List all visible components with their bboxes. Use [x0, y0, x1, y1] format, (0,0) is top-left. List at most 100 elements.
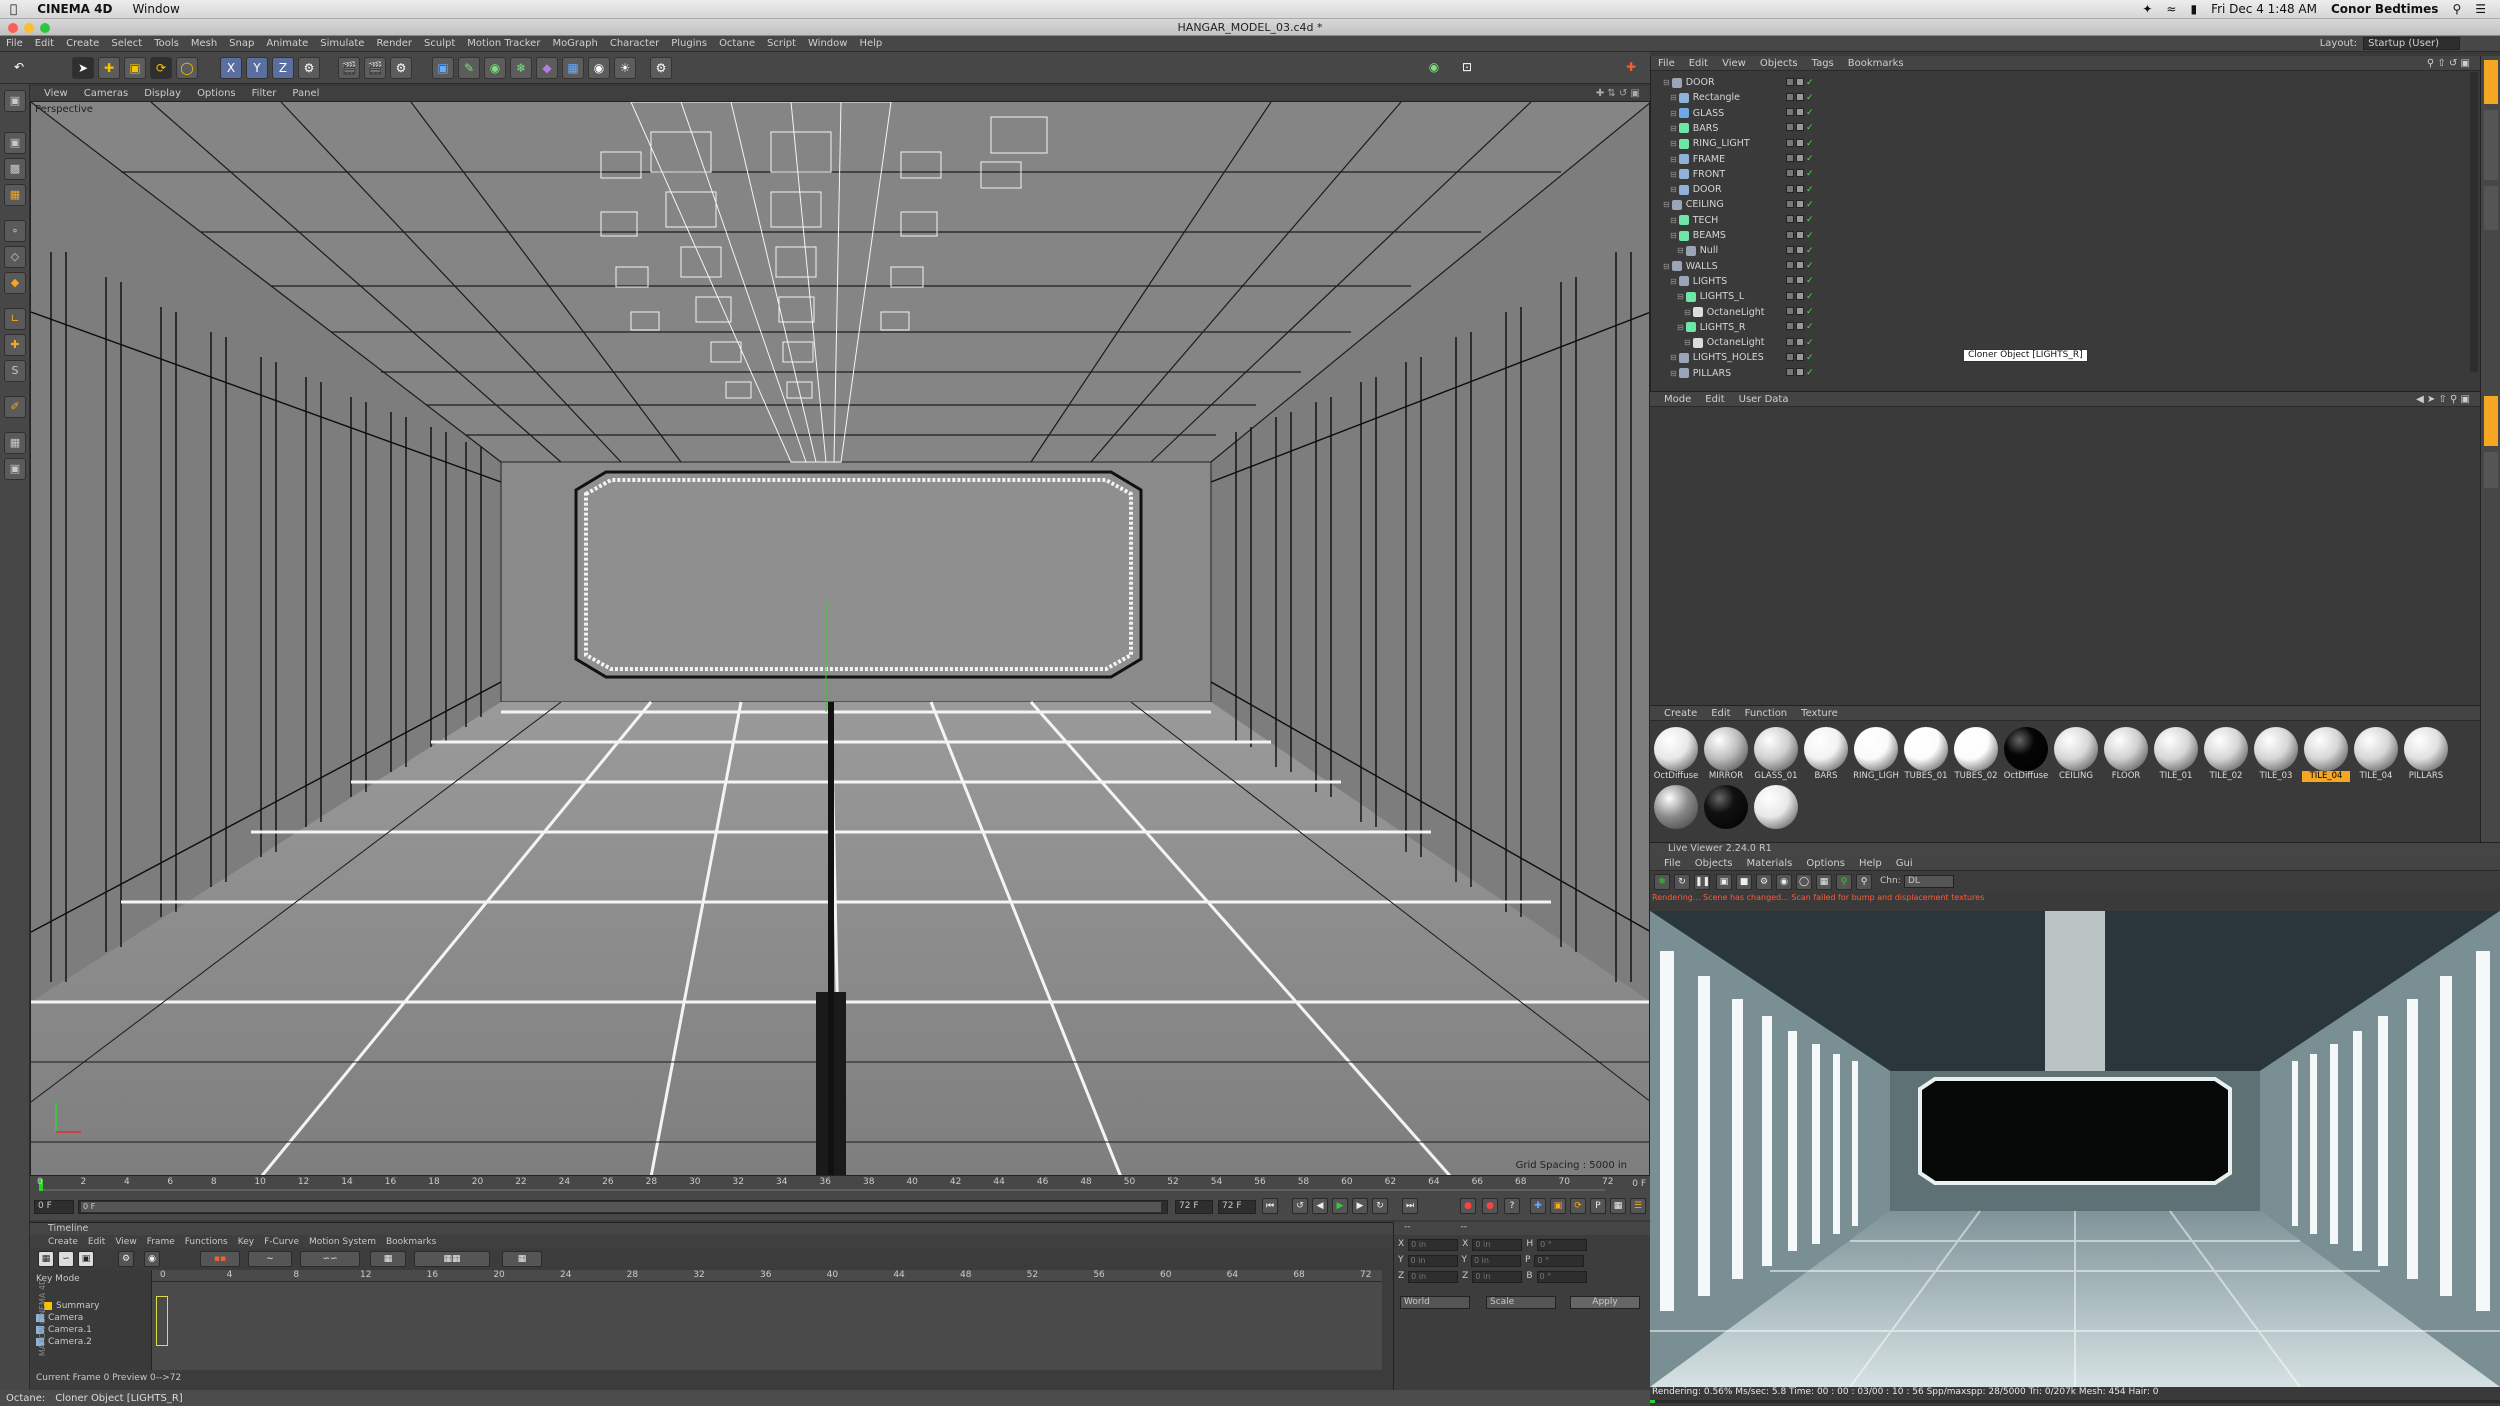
lv-pick-focus-icon[interactable]: ⚲: [1836, 874, 1852, 890]
expand-toggle-icon[interactable]: ⊟: [1670, 353, 1677, 362]
menu-window[interactable]: Window: [802, 38, 853, 49]
object-row[interactable]: ⊟ RING_LIGHT ✓: [1663, 136, 2463, 151]
close-window-button[interactable]: [8, 23, 18, 33]
tl-tool-icon[interactable]: ⚙: [118, 1251, 134, 1267]
coord-value-field[interactable]: 0 in: [1407, 1255, 1458, 1267]
perspective-viewport[interactable]: Perspective Grid Spacing : 5000 in: [30, 101, 1650, 1176]
object-row[interactable]: ⊟ LIGHTS ✓: [1663, 274, 2463, 289]
menu-create[interactable]: Create: [60, 38, 105, 49]
lv-restart-icon[interactable]: ↻: [1674, 874, 1690, 890]
frame-range-slider[interactable]: 0 F: [78, 1200, 1168, 1214]
object-visibility-flags[interactable]: ✓: [1786, 123, 1814, 133]
lv-channel-select[interactable]: DL: [1904, 875, 1954, 888]
mm-menu-edit[interactable]: Edit: [1704, 708, 1737, 719]
tab-objects[interactable]: [2484, 60, 2498, 104]
soft-selection-icon[interactable]: S: [4, 360, 26, 382]
lv-menu-file[interactable]: File: [1650, 858, 1688, 869]
viewport-menu-filter[interactable]: Filter: [244, 88, 285, 99]
clock[interactable]: Fri Dec 4 1:48 AM: [2211, 2, 2317, 16]
key-position-icon[interactable]: ✚: [1530, 1198, 1546, 1214]
timeline-track-row[interactable]: Camera.2: [30, 1336, 151, 1348]
dropbox-icon[interactable]: ✦: [2142, 2, 2152, 16]
tweak-icon[interactable]: ✚: [4, 334, 26, 356]
am-menu-edit[interactable]: Edit: [1698, 394, 1731, 405]
tl-menu-create[interactable]: Create: [48, 1237, 78, 1247]
viewport-menu-panel[interactable]: Panel: [284, 88, 327, 99]
render-view-icon[interactable]: 🎬: [338, 57, 360, 79]
app-name[interactable]: CINEMA 4D: [27, 2, 122, 16]
object-visibility-flags[interactable]: ✓: [1786, 322, 1814, 332]
tl-tool-icon[interactable]: ◉: [144, 1251, 160, 1267]
cloner-icon[interactable]: ❄: [510, 57, 532, 79]
object-visibility-flags[interactable]: ✓: [1786, 169, 1814, 179]
object-visibility-flags[interactable]: ✓: [1786, 245, 1814, 256]
object-visibility-flags[interactable]: ✓: [1786, 368, 1814, 378]
mac-menu-window[interactable]: Window: [122, 2, 189, 16]
material-swatch[interactable]: MIRROR: [1702, 727, 1750, 782]
am-menu-user-data[interactable]: User Data: [1732, 394, 1796, 405]
tl-misc-icons[interactable]: ▦: [370, 1251, 406, 1267]
menu-animate[interactable]: Animate: [260, 38, 314, 49]
notification-icon[interactable]: ☰: [2475, 2, 2486, 16]
end-frame-field[interactable]: 72 F: [1175, 1200, 1213, 1214]
points-mode-icon[interactable]: ∘: [4, 220, 26, 242]
object-row[interactable]: ⊟ WALLS ✓: [1663, 259, 2463, 274]
material-swatch[interactable]: TILE_01: [2152, 727, 2200, 782]
coord-value-field[interactable]: 0 °: [1534, 1255, 1585, 1267]
object-name[interactable]: LIGHTS: [1693, 276, 1727, 287]
key-pla-icon[interactable]: ▦: [1610, 1198, 1626, 1214]
om-menu-bookmarks[interactable]: Bookmarks: [1841, 58, 1911, 69]
lv-material-icon[interactable]: ◉: [1776, 874, 1792, 890]
lv-pause-icon[interactable]: ❚❚: [1694, 874, 1710, 890]
make-editable-icon[interactable]: ▣: [4, 90, 26, 112]
expand-toggle-icon[interactable]: ⊟: [1670, 93, 1677, 102]
planar-workplane-icon[interactable]: ▣: [4, 458, 26, 480]
menu-snap[interactable]: Snap: [223, 38, 260, 49]
tl-menu-edit[interactable]: Edit: [88, 1237, 105, 1247]
scale-tool-icon[interactable]: ▣: [124, 57, 146, 79]
object-name[interactable]: BEAMS: [1693, 230, 1726, 241]
object-name[interactable]: BARS: [1693, 123, 1719, 134]
key-param-icon[interactable]: P: [1590, 1198, 1606, 1214]
mm-menu-function[interactable]: Function: [1738, 708, 1795, 719]
object-visibility-flags[interactable]: ✓: [1786, 199, 1814, 210]
material-swatch[interactable]: FLOOR: [2102, 727, 2150, 782]
coord-value-field[interactable]: 0 °: [1537, 1239, 1588, 1251]
om-menu-tags[interactable]: Tags: [1805, 58, 1841, 69]
object-visibility-flags[interactable]: ✓: [1786, 92, 1814, 103]
expand-toggle-icon[interactable]: ⊟: [1670, 277, 1677, 286]
object-visibility-flags[interactable]: ✓: [1786, 261, 1814, 271]
viewport-menu-view[interactable]: View: [30, 88, 76, 99]
coord-world-select[interactable]: World: [1400, 1296, 1470, 1309]
object-row[interactable]: ⊟ PILLARS ✓: [1663, 366, 2463, 381]
keyframe-selection-icon[interactable]: ?: [1504, 1198, 1520, 1214]
coord-value-field[interactable]: 0 °: [1536, 1271, 1587, 1283]
workplane-mode-icon[interactable]: ▦: [4, 184, 26, 206]
zoom-window-button[interactable]: [40, 23, 50, 33]
key-block[interactable]: [156, 1296, 168, 1346]
object-name[interactable]: LIGHTS_L: [1700, 291, 1744, 302]
tab-structure[interactable]: [2484, 186, 2498, 230]
expand-toggle-icon[interactable]: ⊟: [1670, 231, 1677, 240]
max-frame-field[interactable]: 72 F: [1218, 1200, 1256, 1214]
expand-toggle-icon[interactable]: ⊟: [1663, 200, 1670, 209]
object-name[interactable]: DOOR: [1686, 77, 1715, 88]
object-row[interactable]: ⊟ DOOR ✓: [1663, 75, 2463, 90]
menu-octane[interactable]: Octane: [713, 38, 761, 49]
timeline-key-area[interactable]: 0 4 8 12 16 20 24 28 32 36 40 44 48 52 56 60 64 68 72: [152, 1270, 1382, 1370]
material-swatch[interactable]: OctDiffuse: [2002, 727, 2050, 782]
object-visibility-flags[interactable]: ✓: [1786, 154, 1814, 164]
coord-value-field[interactable]: 0 in: [1408, 1271, 1459, 1283]
floor-icon[interactable]: ▦: [562, 57, 584, 79]
material-swatch[interactable]: TILE_02: [2202, 727, 2250, 782]
tl-dope-mode-icon[interactable]: ▣: [78, 1251, 94, 1267]
expand-toggle-icon[interactable]: ⊟: [1670, 185, 1677, 194]
object-row[interactable]: ⊟ DOOR ✓: [1663, 182, 2463, 197]
menu-plugins[interactable]: Plugins: [665, 38, 713, 49]
object-row[interactable]: ⊟ OctaneLight ✓: [1663, 335, 2463, 350]
material-swatch[interactable]: GLASS_01: [1752, 727, 1800, 782]
om-menu-view[interactable]: View: [1715, 58, 1753, 69]
object-visibility-flags[interactable]: ✓: [1786, 77, 1814, 88]
play-icon[interactable]: ▶: [1332, 1198, 1348, 1214]
menu-file[interactable]: File: [0, 38, 29, 49]
